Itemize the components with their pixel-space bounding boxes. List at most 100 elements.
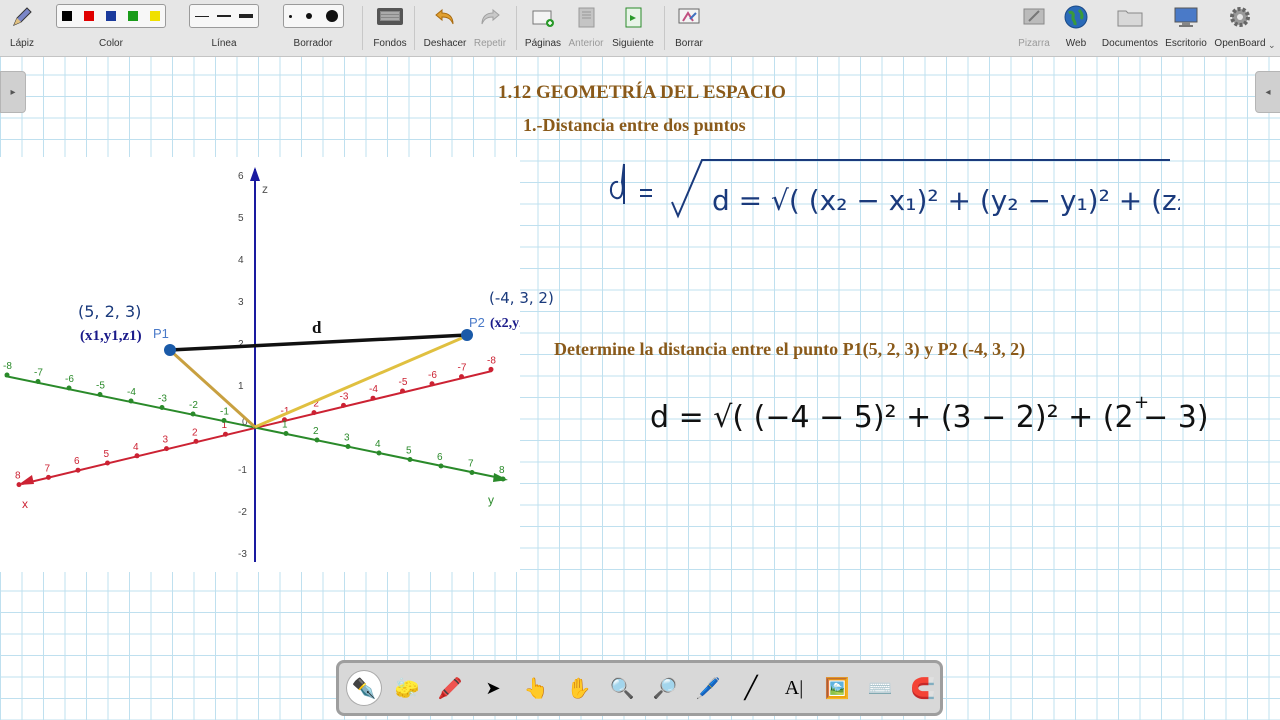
clear-button[interactable]: Borrar xyxy=(674,4,704,52)
previous-page-button[interactable]: Anterior xyxy=(566,4,606,52)
line-thick[interactable] xyxy=(239,14,253,18)
laser-pointer-icon: 🖊️ xyxy=(695,677,721,700)
z-tick-label: 3 xyxy=(238,297,244,308)
pages-button[interactable]: Páginas xyxy=(524,4,562,52)
pen-tool[interactable]: Lápiz xyxy=(8,4,36,52)
previous-label: Anterior xyxy=(568,38,604,49)
color-label: Color xyxy=(99,38,123,49)
axis-tick-label: -5 xyxy=(96,381,105,392)
keyboard-button[interactable]: ⌨️ xyxy=(863,671,897,705)
openboard-label: OpenBoard xyxy=(1214,38,1266,49)
color-picker[interactable]: Color xyxy=(50,4,172,52)
highlighter-icon: 🖍️ xyxy=(437,677,463,700)
eraser-icon: 🧽 xyxy=(394,677,420,700)
axis-tick-mark xyxy=(4,372,10,378)
selector-tool-button[interactable]: ➤ xyxy=(476,671,510,705)
eraser-size-options xyxy=(282,4,344,28)
pen-icon xyxy=(8,4,36,30)
line-tool-button[interactable]: ╱ xyxy=(734,671,768,705)
undo-button[interactable]: Deshacer xyxy=(424,4,466,52)
axis-tick-label: 7 xyxy=(45,463,51,474)
axis-tick-mark xyxy=(407,457,413,462)
page-subtitle: 1.-Distancia entre dos puntos xyxy=(523,115,746,135)
board-mode-button[interactable]: Pizarra xyxy=(1018,4,1050,52)
zoom-out-icon: 🔎 xyxy=(652,677,678,700)
point-p1 xyxy=(164,344,176,356)
color-swatch-yellow[interactable] xyxy=(150,11,160,21)
chevron-down-icon[interactable]: ⌄ xyxy=(1268,40,1276,51)
color-swatch-green[interactable] xyxy=(128,11,138,21)
left-panel-toggle[interactable]: ▸ xyxy=(0,71,26,113)
p1-label: P1 xyxy=(153,326,169,341)
magnet-tool-button[interactable]: 🧲 xyxy=(906,671,940,705)
axis-tick-mark xyxy=(46,474,51,480)
axis-tick-label: 7 xyxy=(468,459,474,470)
page-title: 1.12 GEOMETRÍA DEL ESPACIO xyxy=(498,82,786,103)
y-axis-label: y xyxy=(488,493,494,507)
zoom-in-icon: 🔍 xyxy=(609,677,635,700)
right-panel-toggle[interactable]: ◂ xyxy=(1255,71,1280,113)
line-width-picker[interactable]: Línea xyxy=(187,4,261,52)
axis-tick-mark xyxy=(66,385,72,391)
cursor-arrow-icon: ➤ xyxy=(485,677,501,698)
axis-tick-mark xyxy=(500,476,506,482)
desktop-button[interactable]: Escritorio xyxy=(1164,4,1208,52)
backgrounds-button[interactable]: Fondos xyxy=(372,4,408,52)
axis-tick-label: 6 xyxy=(437,452,443,463)
web-button[interactable]: Web xyxy=(1062,4,1090,52)
toolbar-divider xyxy=(414,6,415,50)
redo-button[interactable]: Repetir xyxy=(472,4,508,52)
eraser-small[interactable] xyxy=(288,14,292,18)
axis-tick-mark xyxy=(345,444,351,449)
z-tick-label: 2 xyxy=(238,339,244,350)
color-swatch-red[interactable] xyxy=(84,11,94,21)
hand-tool-button[interactable]: ✋ xyxy=(562,671,596,705)
axis-tick-label: -8 xyxy=(487,355,496,366)
globe-icon xyxy=(1062,4,1090,30)
axis-tick-label: 8 xyxy=(499,465,505,476)
next-page-button[interactable]: Siguiente xyxy=(612,4,654,52)
toolbar-divider xyxy=(362,6,363,50)
documents-button[interactable]: Documentos xyxy=(1100,4,1160,52)
axis-tick-label: -7 xyxy=(34,368,43,379)
zoom-out-button[interactable]: 🔎 xyxy=(648,671,682,705)
axis-tick-mark xyxy=(429,381,435,387)
redo-label: Repetir xyxy=(473,38,507,49)
axis-tick-mark xyxy=(190,411,196,417)
z-tick-label: -1 xyxy=(238,465,247,476)
zoom-in-button[interactable]: 🔍 xyxy=(605,671,639,705)
line-thin[interactable] xyxy=(195,15,209,17)
eraser-medium[interactable] xyxy=(305,13,312,19)
capture-tool-button[interactable]: 🖼️ xyxy=(820,671,854,705)
axis-tick-label: 8 xyxy=(15,471,21,482)
eraser-size-picker[interactable]: Borrador xyxy=(276,4,350,52)
openboard-menu-button[interactable]: OpenBoard xyxy=(1212,4,1268,52)
interact-tool-button[interactable]: 👆 xyxy=(519,671,553,705)
handwritten-formula: d = √( (x₂ − x₁)² + (y₂ − y₁)² + (z₂ − z… xyxy=(610,159,1180,219)
line-label: Línea xyxy=(211,38,237,49)
chevron-left-icon: ◂ xyxy=(1265,86,1271,98)
axis-tick-mark xyxy=(459,374,464,380)
color-swatch-blue[interactable] xyxy=(106,11,116,21)
axis-tick-label: -3 xyxy=(340,391,349,402)
p2-handwritten-coords: (-4, 3, 2) xyxy=(489,289,554,307)
laser-pointer-button[interactable]: 🖊️ xyxy=(691,671,725,705)
pen-tool-button[interactable]: ✒️ xyxy=(347,671,381,705)
axis-tick-mark xyxy=(469,470,475,475)
axis-tick-mark xyxy=(341,402,346,408)
highlighter-tool-button[interactable]: 🖍️ xyxy=(433,671,467,705)
axis-tick-mark xyxy=(193,438,199,444)
hand-icon: ✋ xyxy=(566,677,592,700)
magnet-icon: 🧲 xyxy=(910,677,936,700)
axis-tick-mark xyxy=(370,395,376,401)
color-swatch-black[interactable] xyxy=(62,11,72,21)
screen-capture-icon: 🖼️ xyxy=(824,677,850,700)
monitor-icon xyxy=(1172,4,1200,30)
pen-icon: ✒️ xyxy=(351,677,377,700)
axis-tick-label: -5 xyxy=(399,377,408,388)
line-medium[interactable] xyxy=(217,15,231,17)
eraser-tool-button[interactable]: 🧽 xyxy=(390,671,424,705)
text-tool-button[interactable]: A| xyxy=(777,671,811,705)
eraser-large[interactable] xyxy=(325,10,338,22)
text-tool-icon: A| xyxy=(784,676,804,699)
